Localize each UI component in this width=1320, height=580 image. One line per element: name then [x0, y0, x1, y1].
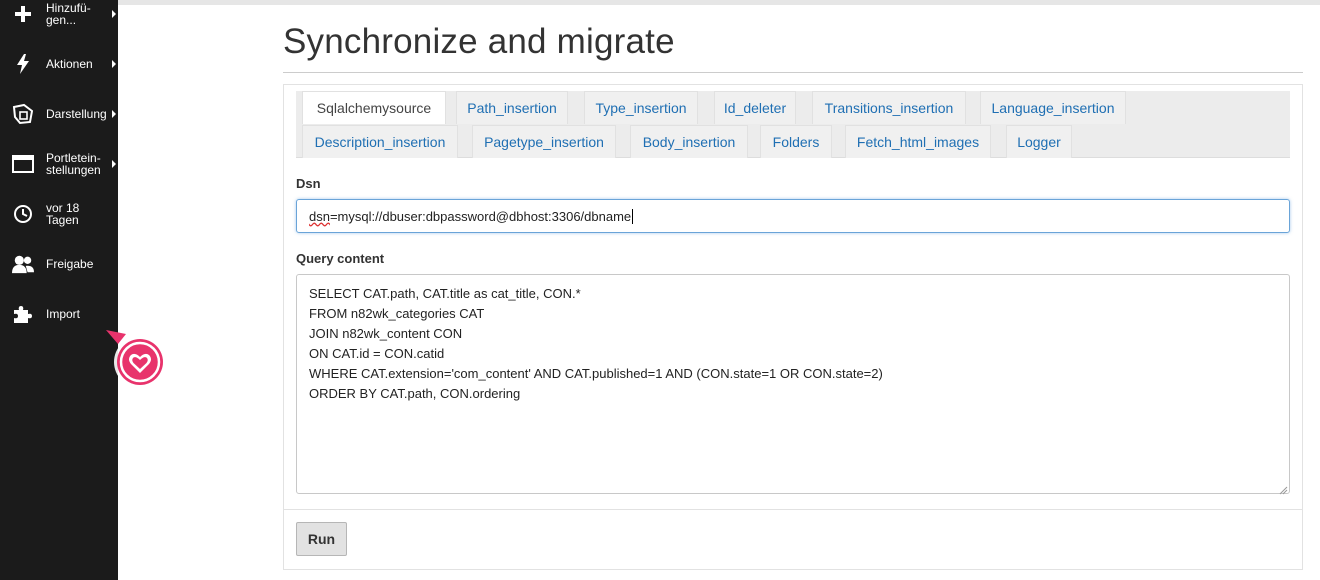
query-content-label: Query content: [296, 251, 385, 266]
sidebar-item-add[interactable]: Hinzufü- gen...: [0, 0, 118, 34]
top-bar: [118, 0, 1320, 5]
tab-pagetype-insertion[interactable]: Pagetype_insertion: [472, 125, 616, 158]
toolbar-sidebar: Hinzufü- gen... Aktionen Darstellung Por…: [0, 0, 118, 580]
heart-badge[interactable]: [104, 328, 168, 392]
tab-fetch-html-images[interactable]: Fetch_html_images: [845, 125, 991, 158]
run-button[interactable]: Run: [296, 522, 347, 556]
title-divider: [283, 72, 1303, 73]
sidebar-item-label: vor 18 Tagen: [46, 201, 80, 227]
tab-transitions-insertion[interactable]: Transitions_insertion: [812, 91, 966, 124]
sidebar-item-label: Portletein- stellungen: [46, 151, 101, 177]
caret-right-icon: [112, 110, 116, 118]
query-content-textarea[interactable]: SELECT CAT.path, CAT.title as cat_title,…: [296, 274, 1290, 494]
tab-language-insertion[interactable]: Language_insertion: [980, 91, 1126, 124]
dsn-value: =mysql://dbuser:dbpassword@dbhost:3306/d…: [329, 208, 632, 224]
sidebar-item-portlets[interactable]: Portletein- stellungen: [0, 144, 118, 184]
tab-type-insertion[interactable]: Type_insertion: [584, 91, 698, 124]
sidebar-item-actions[interactable]: Aktionen: [0, 44, 118, 84]
sidebar-item-import[interactable]: Import: [0, 294, 118, 334]
dsn-value-prefix: dsn: [309, 208, 330, 224]
sidebar-item-history[interactable]: vor 18 Tagen: [0, 194, 118, 234]
display-icon: [12, 103, 34, 125]
tab-id-deleter[interactable]: Id_deleter: [714, 91, 796, 124]
caret-right-icon: [112, 10, 116, 18]
puzzle-icon: [12, 303, 34, 325]
tab-path-insertion[interactable]: Path_insertion: [456, 91, 568, 124]
caret-right-icon: [112, 160, 116, 168]
portlet-icon: [12, 153, 34, 175]
tab-body-insertion[interactable]: Body_insertion: [630, 125, 748, 158]
sidebar-item-display[interactable]: Darstellung: [0, 94, 118, 134]
tab-sqlalchemysource[interactable]: Sqlalchemysource: [302, 91, 446, 124]
sidebar-item-label: Import: [46, 307, 81, 321]
resize-grip-icon[interactable]: [1278, 482, 1288, 495]
dsn-label: Dsn: [296, 176, 321, 191]
tab-bar: Sqlalchemysource Path_insertion Type_ins…: [296, 91, 1290, 158]
lightning-icon: [12, 53, 34, 75]
page-title: Synchronize and migrate: [283, 22, 675, 61]
dsn-input[interactable]: dsn =mysql://dbuser:dbpassword@dbhost:330…: [296, 199, 1290, 233]
clock-icon: [12, 203, 34, 225]
sidebar-item-label: Aktionen: [46, 57, 93, 71]
plus-icon: [12, 3, 34, 25]
tab-logger[interactable]: Logger: [1006, 125, 1072, 158]
sidebar-item-label: Hinzufü- gen...: [46, 1, 91, 27]
tab-description-insertion[interactable]: Description_insertion: [302, 125, 458, 158]
tab-folders[interactable]: Folders: [760, 125, 832, 158]
form-footer-divider: [283, 509, 1303, 510]
sidebar-item-label: Freigabe: [46, 257, 94, 271]
caret-right-icon: [112, 60, 116, 68]
text-cursor: [632, 208, 634, 224]
sidebar-item-sharing[interactable]: Freigabe: [0, 244, 118, 284]
users-icon: [12, 253, 34, 275]
sidebar-item-label: Darstellung: [46, 107, 107, 121]
